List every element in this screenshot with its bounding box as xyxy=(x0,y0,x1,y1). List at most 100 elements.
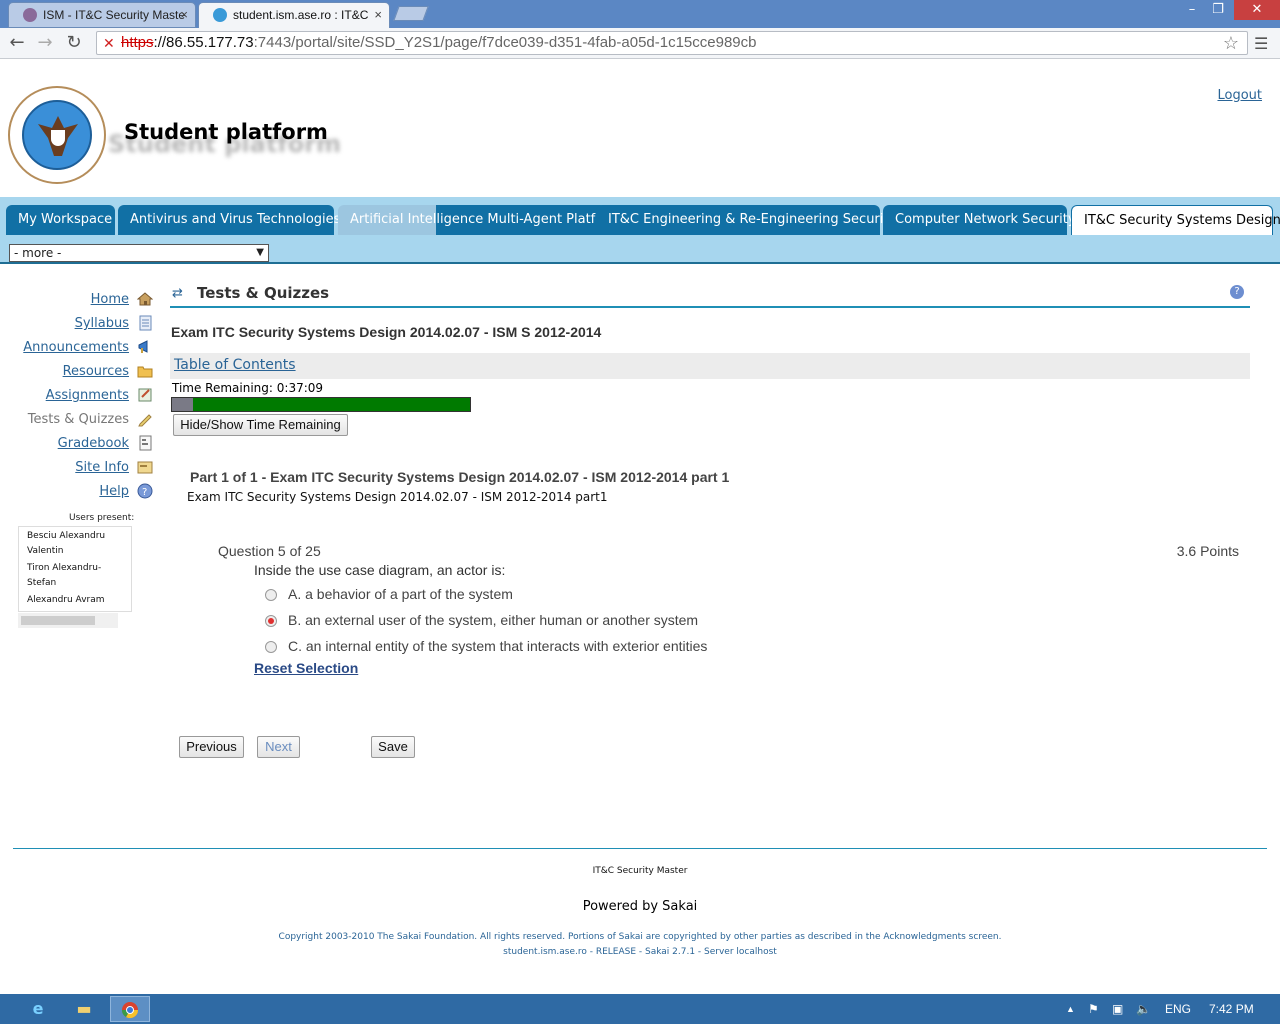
folder-icon xyxy=(137,366,153,378)
tool-label[interactable]: Syllabus xyxy=(75,316,129,331)
megaphone-icon xyxy=(138,340,148,353)
answer-radio[interactable] xyxy=(265,589,277,601)
tool-title: Tests & Quizzes xyxy=(197,284,330,302)
new-tab-button[interactable] xyxy=(393,6,429,21)
next-button[interactable]: Next xyxy=(257,736,300,758)
home-icon xyxy=(137,292,153,306)
users-present-list[interactable]: Besciu Alexandru Valentin Tiron Alexandr… xyxy=(18,526,132,612)
previous-button[interactable]: Previous xyxy=(179,736,244,758)
tool-label[interactable]: Assignments xyxy=(46,388,129,403)
volume-icon[interactable]: 🔈 xyxy=(1136,994,1151,1024)
tool-help-icon[interactable]: ? xyxy=(1230,285,1244,299)
browser-tab-title: student.ism.ase.ro : IT&C xyxy=(233,8,369,22)
browser-tab-student[interactable]: student.ism.ase.ro : IT&C × xyxy=(198,2,390,28)
browser-tabstrip: ISM - IT&C Security Maste × student.ism.… xyxy=(0,0,1280,28)
network-icon[interactable]: ▣ xyxy=(1112,994,1123,1024)
tool-label[interactable]: Resources xyxy=(63,364,129,379)
file-explorer-icon[interactable]: ▬ xyxy=(64,996,104,1022)
tool-resources[interactable]: Resources xyxy=(63,364,129,384)
more-sites-value: - more - xyxy=(14,246,62,260)
tool-title-bar: ⇄ Tests & Quizzes ? xyxy=(170,280,1250,308)
reset-selection-link[interactable]: Reset Selection xyxy=(254,660,358,676)
scrollbar-thumb[interactable] xyxy=(21,616,95,625)
tool-label[interactable]: Site Info xyxy=(75,460,129,475)
site-tab-ai-multi-agent[interactable]: Artificial Intelligence Multi-Agent Plat… xyxy=(338,205,628,235)
internet-explorer-icon[interactable]: e xyxy=(18,996,58,1022)
time-remaining-text: Time Remaining: 0:37:09 xyxy=(172,381,324,395)
bookmark-star-icon[interactable]: ☆ xyxy=(1223,32,1239,54)
browser-tab-ism[interactable]: ISM - IT&C Security Maste × xyxy=(8,2,196,28)
tool-label[interactable]: Help xyxy=(99,484,129,499)
close-tab-icon[interactable]: × xyxy=(374,3,382,27)
maximize-icon[interactable]: ❐ xyxy=(1206,0,1230,20)
address-bar[interactable]: ✕ https://86.55.177.73:7443/portal/site/… xyxy=(96,31,1248,55)
part-subtitle: Exam ITC Security Systems Design 2014.02… xyxy=(187,490,608,504)
shield-icon xyxy=(51,130,65,146)
site-title: Student platform xyxy=(124,120,328,144)
tool-label[interactable]: Gradebook xyxy=(58,436,129,451)
site-tab-antivirus[interactable]: Antivirus and Virus Technologies xyxy=(118,205,340,235)
tool-assignments[interactable]: Assignments xyxy=(46,388,129,408)
tool-tests-quizzes: Tests & Quizzes xyxy=(28,412,129,432)
tray-up-arrow-icon[interactable]: ▲ xyxy=(1066,994,1075,1024)
site-info-icon xyxy=(137,461,153,474)
question-text: Inside the use case diagram, an actor is… xyxy=(254,562,506,578)
tool-syllabus[interactable]: Syllabus xyxy=(75,316,129,336)
tool-label[interactable]: Home xyxy=(91,292,129,307)
footer-powered-by: Powered by Sakai xyxy=(582,899,698,914)
chrome-icon xyxy=(121,1002,139,1019)
browser-tab-title: ISM - IT&C Security Maste xyxy=(43,8,186,22)
site-tab-network-security[interactable]: Computer Network Security xyxy=(883,205,1076,235)
minimize-icon[interactable]: – xyxy=(1182,0,1202,20)
hide-show-time-button[interactable]: Hide/Show Time Remaining xyxy=(173,414,348,436)
tool-home[interactable]: Home xyxy=(91,292,129,312)
logout-link[interactable]: Logout xyxy=(1217,88,1262,103)
chrome-menu-icon[interactable]: ☰ xyxy=(1254,34,1270,53)
help-icon: ? xyxy=(137,483,153,499)
save-button[interactable]: Save xyxy=(371,736,415,758)
tool-site-info[interactable]: Site Info xyxy=(75,460,129,480)
syllabus-icon xyxy=(139,315,152,331)
more-sites-select[interactable]: - more - ▼ xyxy=(9,244,269,262)
window-close-icon[interactable]: ✕ xyxy=(1234,0,1280,20)
chrome-taskbar-icon[interactable] xyxy=(110,996,150,1022)
back-arrow-icon[interactable]: ← xyxy=(5,32,29,54)
users-horizontal-scrollbar[interactable] xyxy=(18,613,118,628)
time-remaining-bar xyxy=(171,397,471,412)
answer-text: B. an external user of the system, eithe… xyxy=(288,612,699,628)
input-language[interactable]: ENG xyxy=(1165,994,1191,1024)
answer-radio[interactable] xyxy=(265,615,277,627)
footer-copyright: Copyright 2003-2010 The Sakai Foundation… xyxy=(278,932,1002,942)
close-tab-icon[interactable]: × xyxy=(180,3,188,27)
sakai-favicon-icon xyxy=(213,8,227,22)
action-center-flag-icon[interactable]: ⚑ xyxy=(1088,994,1099,1024)
present-user: Besciu Alexandru xyxy=(27,531,106,541)
exam-title: Exam ITC Security Systems Design 2014.02… xyxy=(171,324,602,340)
reset-tool-icon[interactable]: ⇄ xyxy=(172,286,183,301)
tool-gradebook[interactable]: Gradebook xyxy=(58,436,129,456)
pencil-icon xyxy=(138,414,152,427)
ism-favicon-icon xyxy=(23,8,37,22)
present-user: Tiron Alexandru- xyxy=(27,563,102,573)
assignment-icon xyxy=(138,388,152,402)
tool-help[interactable]: Help xyxy=(99,484,129,504)
tool-announcements[interactable]: Announcements xyxy=(23,340,129,360)
taskbar-clock[interactable]: 7:42 PM xyxy=(1209,994,1254,1024)
tool-label[interactable]: Announcements xyxy=(23,340,129,355)
present-user: Valentin xyxy=(27,546,64,556)
svg-text:?: ? xyxy=(142,487,147,498)
users-present-label: Users present: xyxy=(69,513,135,523)
table-of-contents-link[interactable]: Table of Contents xyxy=(174,357,296,373)
site-tab-my-workspace[interactable]: My Workspace xyxy=(6,205,115,235)
logo-emblem xyxy=(22,100,92,170)
site-header: Student platform Student platform Logout xyxy=(0,60,1280,197)
forward-arrow-icon[interactable]: → xyxy=(33,32,57,54)
reload-icon[interactable]: ↻ xyxy=(62,32,86,54)
dropdown-arrow-icon: ▼ xyxy=(256,247,264,258)
present-user: Stefan xyxy=(27,578,57,588)
site-tab-engineering-security[interactable]: IT&C Engineering & Re-Engineering Securi… xyxy=(596,205,896,235)
answer-radio[interactable] xyxy=(265,641,277,653)
site-tab-security-systems-design[interactable]: IT&C Security Systems Design xyxy=(1071,205,1280,235)
time-elapsed-fill xyxy=(172,398,193,411)
windows-taskbar: e ▬ ▲ ⚑ ▣ 🔈 ENG 7:42 PM xyxy=(0,994,1280,1024)
